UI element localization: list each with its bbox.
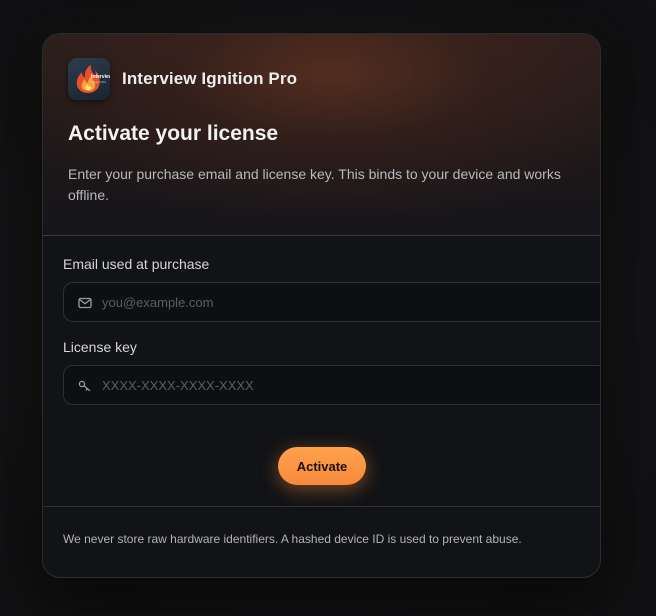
email-input[interactable]: [102, 283, 582, 321]
mail-icon: [78, 297, 92, 309]
footer-divider: [43, 506, 600, 507]
page-subtitle: Enter your purchase email and license ke…: [68, 166, 561, 203]
license-field[interactable]: [63, 365, 600, 405]
license-key-input[interactable]: [102, 366, 582, 404]
card-header: Interview Ignition Pro Interview Ignitio…: [43, 34, 600, 236]
email-field[interactable]: [63, 282, 600, 322]
app-name: Interview Ignition Pro: [122, 69, 298, 88]
activation-card: Interview Ignition Pro Interview Ignitio…: [42, 33, 601, 578]
svg-text:Ignition Pro: Ignition Pro: [91, 80, 107, 84]
key-icon: [78, 380, 91, 392]
license-label: License key: [63, 339, 137, 355]
email-label: Email used at purchase: [63, 256, 210, 272]
privacy-note: We never store raw hardware identifiers.…: [63, 532, 522, 546]
brand-row: Interview Ignition Pro Interview Ignitio…: [68, 58, 297, 100]
flame-logo-icon: Interview Ignition Pro: [68, 58, 110, 100]
page-title: Activate your license: [68, 122, 279, 145]
activate-button[interactable]: Activate: [278, 447, 366, 485]
